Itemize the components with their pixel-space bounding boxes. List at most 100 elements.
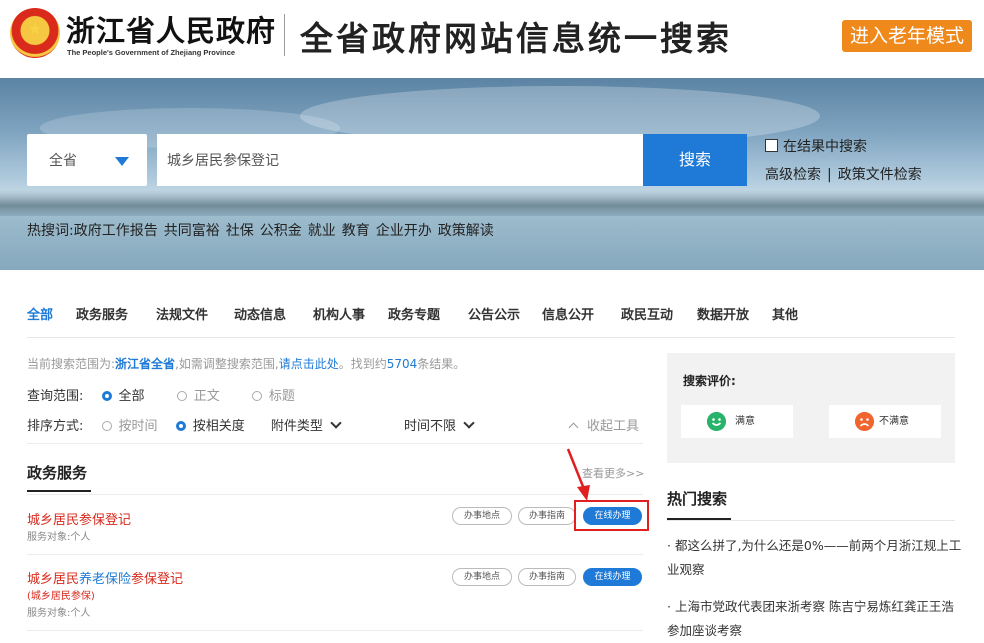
search-button[interactable]: 搜索 (643, 134, 747, 186)
divider (667, 520, 955, 521)
tab-personnel[interactable]: 机构人事 (313, 304, 365, 323)
tab-news[interactable]: 动态信息 (234, 304, 286, 323)
elder-mode-button[interactable]: 进入老年模式 (842, 20, 972, 52)
chevron-down-icon (115, 157, 129, 166)
sort-option-label: 按相关度 (192, 419, 245, 434)
site-name[interactable]: 浙江省人民政府 (66, 8, 276, 50)
hot-word[interactable]: 社保 (226, 223, 254, 239)
scope-dropdown[interactable]: 全省 (27, 134, 147, 186)
radio-icon (176, 391, 187, 401)
sort-option-relevance[interactable]: 按相关度 (175, 419, 245, 434)
header-divider (284, 14, 285, 56)
hot-word[interactable]: 教育 (342, 223, 370, 239)
hot-search-item[interactable]: · 上海市党政代表团来浙考察 陈吉宁易炼红龚正王浩参加座谈考察 (667, 595, 962, 643)
radio-selected-icon (175, 421, 186, 431)
tab-other[interactable]: 其他 (772, 304, 798, 323)
tab-topics[interactable]: 政务专题 (388, 304, 440, 323)
result-title-text: 城乡居民参保登记 (27, 513, 132, 528)
online-service-button[interactable]: 在线办理 (583, 568, 642, 586)
hot-word[interactable]: 公积金 (260, 223, 302, 239)
search-in-result-option[interactable]: 在结果中搜索 (765, 136, 867, 156)
divider (27, 630, 643, 631)
collapse-tools-button[interactable]: 收起工具 (568, 415, 640, 434)
radio-icon (101, 421, 112, 431)
scope-dropdown-value: 全省 (49, 153, 77, 169)
divider (27, 554, 643, 555)
banner-hills (0, 190, 984, 216)
range-label: 查询范围: (27, 389, 84, 404)
hot-word[interactable]: 就业 (308, 223, 336, 239)
attachment-type-dropdown[interactable]: 附件类型 (270, 417, 342, 434)
section-title: 政务服务 (27, 464, 88, 482)
result-alias: (城乡居民参保) (27, 591, 95, 602)
tab-interaction[interactable]: 政民互动 (621, 304, 673, 323)
section-underline (27, 490, 91, 492)
scope-prefix: 当前搜索范围为: (27, 357, 116, 371)
tab-announcements[interactable]: 公告公示 (468, 304, 520, 323)
advanced-search-links: 高级检索 | 政策文件检索 (765, 164, 922, 184)
category-tabs: 全部 政务服务 法规文件 动态信息 机构人事 政务专题 公告公示 信息公开 政民… (27, 304, 955, 338)
result-service-target: 服务对象:个人 (27, 608, 91, 619)
time-range-dropdown[interactable]: 时间不限 (404, 417, 475, 434)
result-title-text: 参保登记 (131, 572, 184, 587)
result-service-target: 服务对象:个人 (27, 532, 91, 543)
chevron-down-icon (330, 417, 342, 429)
smile-face-icon (707, 412, 726, 431)
hot-word[interactable]: 共同富裕 (164, 223, 220, 239)
chevron-down-icon (463, 417, 475, 429)
sort-option-label: 按时间 (118, 419, 158, 434)
range-option-all[interactable]: 全部 (101, 389, 145, 404)
hot-words-label: 热搜词: (27, 223, 74, 239)
hot-word[interactable]: 企业开办 (376, 223, 432, 239)
search-in-result-label: 在结果中搜索 (783, 139, 867, 155)
tab-gov-services[interactable]: 政务服务 (76, 304, 128, 323)
page-title: 全省政府网站信息统一搜索 (300, 19, 732, 58)
tab-disclosure[interactable]: 信息公开 (542, 304, 594, 323)
guide-button[interactable]: 办事指南 (518, 568, 576, 586)
policy-search-link[interactable]: 政策文件检索 (838, 167, 922, 183)
search-in-result-checkbox[interactable] (765, 139, 778, 152)
unsatisfied-label: 不满意 (879, 416, 909, 427)
divider (27, 443, 643, 444)
change-scope-link[interactable]: 请点击此处 (279, 357, 339, 371)
range-option-body[interactable]: 正文 (176, 389, 220, 404)
tab-regulations[interactable]: 法规文件 (156, 304, 208, 323)
hot-search-title: 热门搜索 (667, 490, 728, 508)
hot-search-item[interactable]: · 都这么拼了,为什么还是0%——前两个月浙江规上工业观察 (667, 534, 962, 582)
range-option-label: 正文 (193, 389, 220, 404)
tab-open-data[interactable]: 数据开放 (697, 304, 749, 323)
range-option-title[interactable]: 标题 (251, 389, 295, 404)
range-filter: 查询范围: 全部 正文 标题 (27, 385, 323, 404)
result-count: 5704 (386, 357, 418, 371)
sort-option-time[interactable]: 按时间 (101, 419, 158, 434)
collapse-tools-label: 收起工具 (587, 419, 640, 434)
site-header: ★ 浙江省人民政府 The People's Government of Zhe… (0, 0, 984, 78)
hot-search-item-text: 都这么拼了,为什么还是0%——前两个月浙江规上工业观察 (667, 538, 962, 577)
result-title-link[interactable]: 城乡居民养老保险参保登记 (27, 568, 183, 587)
scope-found: 。找到约 (338, 357, 387, 371)
national-emblem-icon: ★ (10, 8, 60, 58)
sad-face-icon (855, 412, 874, 431)
search-input[interactable] (157, 134, 643, 186)
unsatisfied-button[interactable]: 不满意 (829, 405, 941, 438)
satisfied-button[interactable]: 满意 (681, 405, 793, 438)
advanced-search-link[interactable]: 高级检索 (765, 167, 821, 183)
chevron-up-icon (568, 422, 579, 433)
location-button[interactable]: 办事地点 (452, 568, 512, 586)
result-title-text: 养老保险 (79, 572, 132, 587)
annotation-arrow-icon (566, 448, 590, 501)
hot-search-item-text: 上海市党政代表团来浙考察 陈吉宁易炼红龚正王浩参加座谈考察 (667, 599, 954, 638)
tab-all[interactable]: 全部 (27, 304, 53, 323)
link-separator: | (827, 167, 832, 183)
sort-label: 排序方式: (27, 419, 84, 434)
location-button[interactable]: 办事地点 (452, 507, 512, 525)
sort-filter: 排序方式: 按时间 按相关度 附件类型 时间不限 (27, 415, 475, 434)
guide-button[interactable]: 办事指南 (518, 507, 576, 525)
attachment-type-label: 附件类型 (270, 419, 323, 434)
scope-suffix: 条结果。 (417, 357, 466, 371)
hot-word[interactable]: 政府工作报告 (74, 223, 158, 239)
site-name-english: The People's Government of Zhejiang Prov… (67, 48, 236, 57)
hot-words: 热搜词:政府工作报告 共同富裕 社保 公积金 就业 教育 企业开办 政策解读 (27, 220, 500, 240)
hot-word[interactable]: 政策解读 (438, 223, 494, 239)
result-title-link[interactable]: 城乡居民参保登记 (27, 509, 131, 528)
